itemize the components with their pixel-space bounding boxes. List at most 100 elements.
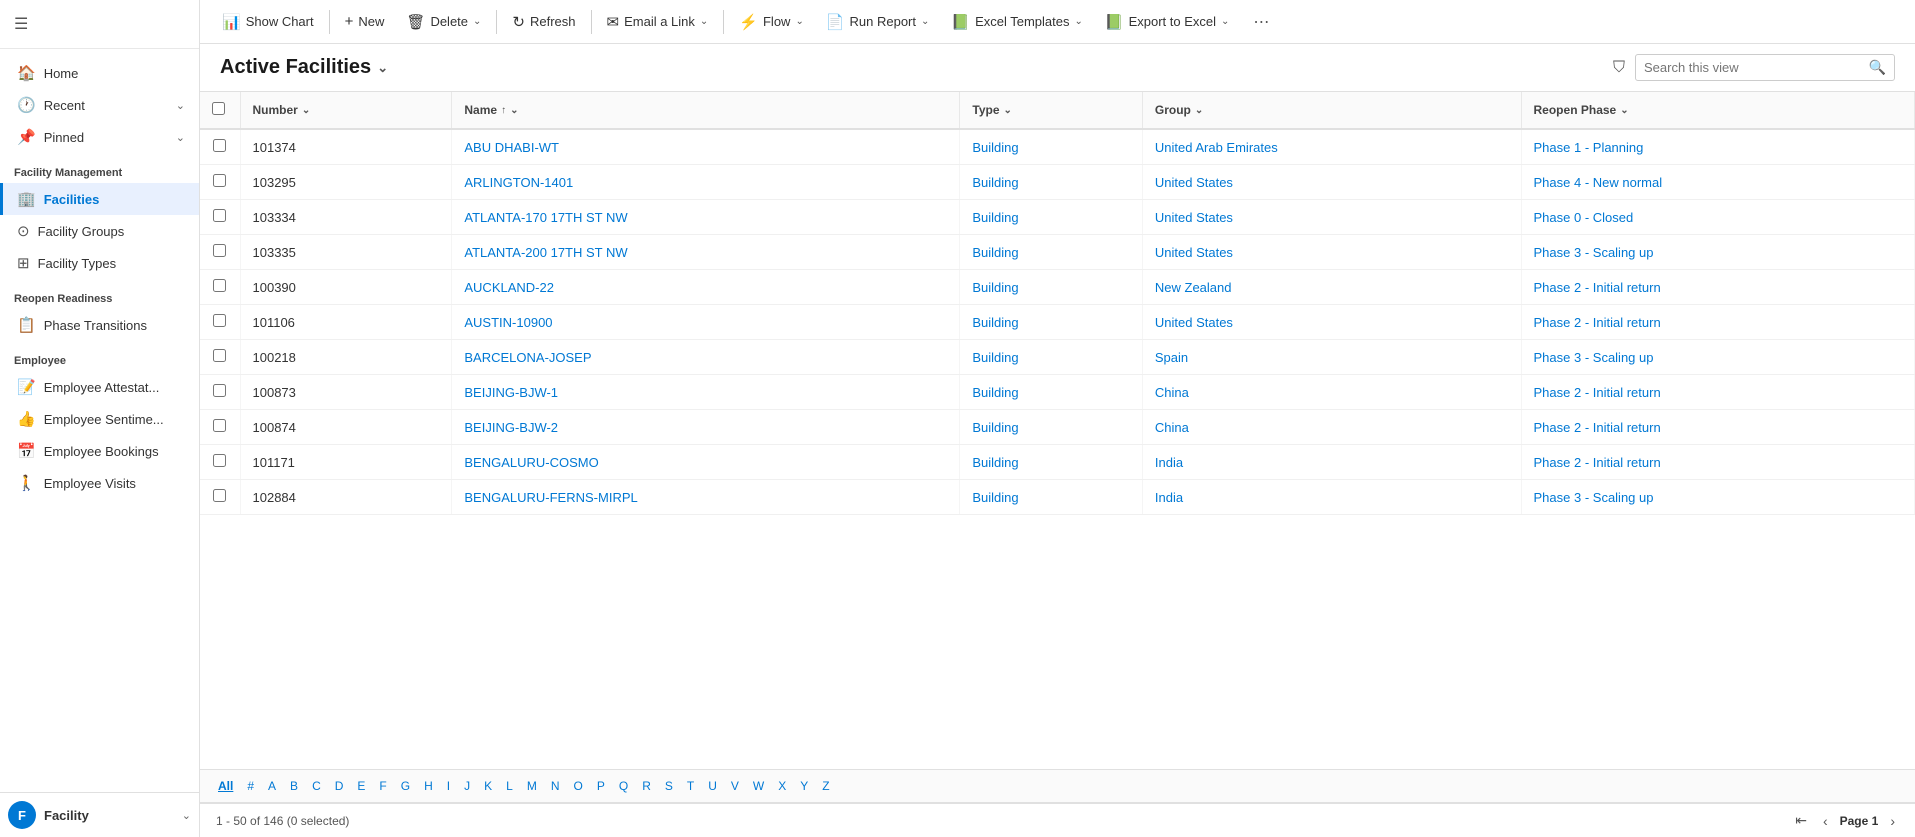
alpha-e[interactable]: E [351,776,371,796]
name-cell[interactable]: AUCKLAND-22 [452,270,960,305]
row-checkbox[interactable] [213,454,226,467]
next-page-button[interactable]: › [1886,811,1899,831]
alpha-q[interactable]: Q [613,776,634,796]
group-cell[interactable]: China [1142,410,1521,445]
sort-dropdown-icon[interactable]: ⌄ [1195,105,1203,116]
alpha-g[interactable]: G [395,776,416,796]
filter-icon[interactable]: ⛉ [1613,59,1625,77]
run-report-button[interactable]: 📄 Run Report⌄ [816,8,940,36]
alpha-o[interactable]: O [568,776,589,796]
row-checkbox[interactable] [213,209,226,222]
name-cell[interactable]: BEIJING-BJW-1 [452,375,960,410]
type-cell[interactable]: Building [960,165,1143,200]
alpha-b[interactable]: B [284,776,304,796]
name-cell[interactable]: BEIJING-BJW-2 [452,410,960,445]
reopen-phase-cell[interactable]: Phase 4 - New normal [1521,165,1914,200]
type-cell[interactable]: Building [960,340,1143,375]
row-checkbox-cell[interactable] [200,445,240,480]
alpha-p[interactable]: P [591,776,611,796]
alpha-all[interactable]: All [212,776,239,796]
dropdown-arrow-icon[interactable]: ⌄ [921,16,929,27]
row-checkbox[interactable] [213,419,226,432]
name-cell[interactable]: ATLANTA-200 17TH ST NW [452,235,960,270]
reopen-phase-cell[interactable]: Phase 2 - Initial return [1521,410,1914,445]
reopen-phase-cell[interactable]: Phase 3 - Scaling up [1521,235,1914,270]
alpha-f[interactable]: F [373,776,392,796]
alpha-l[interactable]: L [500,776,519,796]
row-checkbox[interactable] [213,384,226,397]
row-checkbox-cell[interactable] [200,165,240,200]
row-checkbox[interactable] [213,139,226,152]
group-cell[interactable]: India [1142,445,1521,480]
reopen-phase-cell[interactable]: Phase 0 - Closed [1521,200,1914,235]
column-header-reopen_phase[interactable]: Reopen Phase ⌄ [1521,92,1914,129]
search-input[interactable] [1644,60,1863,75]
alpha-d[interactable]: D [329,776,350,796]
name-cell[interactable]: ARLINGTON-1401 [452,165,960,200]
name-cell[interactable]: BENGALURU-FERNS-MIRPL [452,480,960,515]
export-excel-button[interactable]: 📗 Export to Excel⌄ [1095,8,1240,36]
column-header-group[interactable]: Group ⌄ [1142,92,1521,129]
type-cell[interactable]: Building [960,375,1143,410]
name-cell[interactable]: BENGALURU-COSMO [452,445,960,480]
sidebar-item-employee-bookings[interactable]: 📅 Employee Bookings [0,435,199,467]
prev-page-button[interactable]: ‹ [1819,811,1832,831]
first-page-button[interactable]: ⇤ [1791,810,1811,831]
row-checkbox-cell[interactable] [200,410,240,445]
alpha-r[interactable]: R [636,776,657,796]
alpha-m[interactable]: M [521,776,543,796]
show-chart-button[interactable]: 📊 Show Chart [212,8,324,36]
flow-button[interactable]: ⚡ Flow⌄ [729,8,814,36]
select-all-input[interactable] [212,102,225,115]
reopen-phase-cell[interactable]: Phase 2 - Initial return [1521,270,1914,305]
reopen-phase-cell[interactable]: Phase 1 - Planning [1521,129,1914,165]
row-checkbox[interactable] [213,349,226,362]
alpha-k[interactable]: K [478,776,498,796]
alpha-t[interactable]: T [681,776,700,796]
group-cell[interactable]: New Zealand [1142,270,1521,305]
dropdown-arrow-icon[interactable]: ⌄ [700,16,708,27]
row-checkbox-cell[interactable] [200,129,240,165]
type-cell[interactable]: Building [960,305,1143,340]
row-checkbox-cell[interactable] [200,375,240,410]
sort-dropdown-icon[interactable]: ⌄ [302,105,310,116]
type-cell[interactable]: Building [960,445,1143,480]
group-cell[interactable]: United Arab Emirates [1142,129,1521,165]
alpha-w[interactable]: W [747,776,770,796]
column-header-name[interactable]: Name ↑ ⌄ [452,92,960,129]
alpha-x[interactable]: X [772,776,792,796]
delete-button[interactable]: 🗑 Delete⌄ [396,8,491,36]
row-checkbox[interactable] [213,489,226,502]
alpha-a[interactable]: A [262,776,282,796]
select-all-checkbox[interactable] [200,92,240,129]
alpha-s[interactable]: S [659,776,679,796]
row-checkbox-cell[interactable] [200,480,240,515]
name-cell[interactable]: BARCELONA-JOSEP [452,340,960,375]
group-cell[interactable]: United States [1142,165,1521,200]
dropdown-arrow-icon[interactable]: ⌄ [795,16,803,27]
sidebar-item-pinned[interactable]: 📌 Pinned ⌄ [0,121,199,153]
row-checkbox-cell[interactable] [200,270,240,305]
group-cell[interactable]: United States [1142,305,1521,340]
sidebar-item-facility-groups[interactable]: ⊙ Facility Groups [0,215,199,247]
hamburger-icon[interactable]: ☰ [8,10,191,38]
alpha-i[interactable]: I [441,776,456,796]
sort-dropdown-icon[interactable]: ⌄ [1620,105,1628,116]
sidebar-item-facilities[interactable]: 🏢 Facilities [0,183,199,215]
alpha-h[interactable]: H [418,776,439,796]
row-checkbox-cell[interactable] [200,340,240,375]
sidebar-item-employee-attest[interactable]: 📝 Employee Attestat... [0,371,199,403]
more-options-button[interactable]: ⋯ [1245,8,1277,36]
reopen-phase-cell[interactable]: Phase 2 - Initial return [1521,445,1914,480]
sidebar-bottom[interactable]: F Facility ⌄ [0,792,199,837]
dropdown-arrow-icon[interactable]: ⌄ [1075,16,1083,27]
reopen-phase-cell[interactable]: Phase 2 - Initial return [1521,305,1914,340]
dropdown-arrow-icon[interactable]: ⌄ [473,16,481,27]
row-checkbox-cell[interactable] [200,200,240,235]
reopen-phase-cell[interactable]: Phase 3 - Scaling up [1521,480,1914,515]
group-cell[interactable]: United States [1142,235,1521,270]
row-checkbox[interactable] [213,244,226,257]
alpha-v[interactable]: V [725,776,745,796]
type-cell[interactable]: Building [960,235,1143,270]
sidebar-item-facility-types[interactable]: ⊞ Facility Types [0,247,199,279]
